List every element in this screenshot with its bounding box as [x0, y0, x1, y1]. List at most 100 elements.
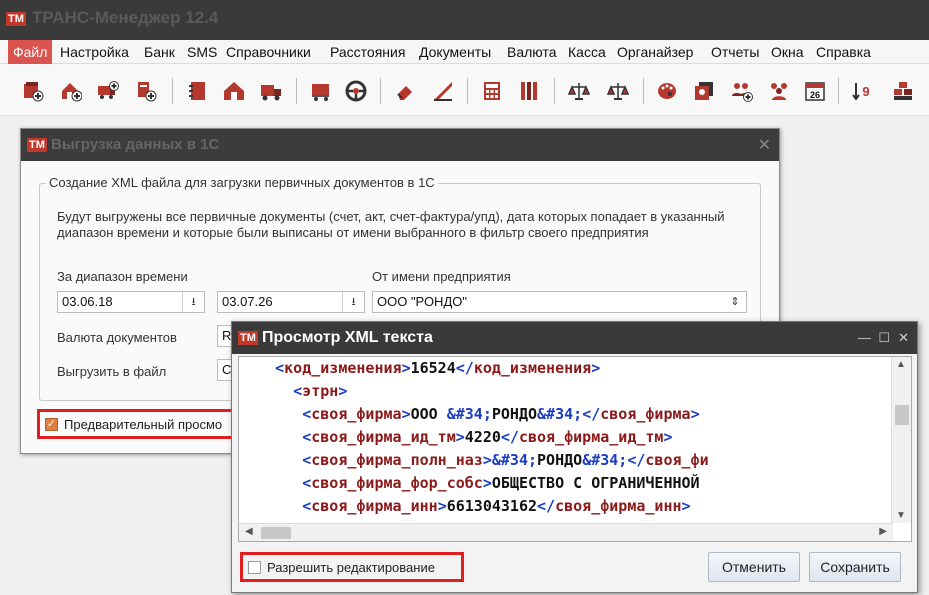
toolbar-separator — [296, 78, 297, 104]
xml-token: > — [401, 359, 411, 377]
menu-windows[interactable]: Окна — [766, 40, 809, 64]
menu-distances[interactable]: Расстояния — [325, 40, 410, 64]
cancel-button[interactable]: Отменить — [708, 552, 800, 582]
date-from-field[interactable]: 03.06.18 ⭳ — [57, 291, 205, 313]
xml-token: > — [591, 359, 601, 377]
photos-icon[interactable] — [693, 80, 715, 102]
xml-line: <своя_фирма_фор_собс>ОБЩЕСТВО С ОГРАНИЧЕ… — [239, 472, 700, 495]
close-icon[interactable]: ✕ — [758, 135, 771, 155]
preview-checkbox[interactable]: ✓ — [45, 418, 58, 431]
xml-token: своя_фирма — [311, 405, 402, 423]
add-house-icon[interactable] — [60, 80, 82, 102]
allow-edit-checkbox-row[interactable]: Разрешить редактирование — [240, 552, 464, 582]
xml-token: своя_фирма_инн — [311, 497, 438, 515]
menu-organizer[interactable]: Органайзер — [612, 40, 698, 64]
scales-icon[interactable] — [607, 80, 629, 102]
scroll-up-icon[interactable]: ▲ — [896, 359, 906, 370]
toolbar: 26 9 — [0, 64, 929, 116]
save-button[interactable]: Сохранить — [809, 552, 901, 582]
xml-token: РОНДО — [491, 405, 538, 423]
truck-icon[interactable] — [260, 80, 282, 102]
horizontal-scrollbar[interactable]: ◀ ▶ — [239, 523, 893, 541]
palette-icon[interactable] — [656, 80, 678, 102]
file-value: C — [222, 362, 232, 377]
preview-checkbox-row[interactable]: ✓ Предварительный просмо — [37, 409, 237, 439]
dialog-logo: TM — [27, 138, 47, 152]
menu-documents[interactable]: Документы — [414, 40, 496, 64]
xml-line: <своя_фирма_полн_наз>&#34;РОНДО&#34;</св… — [239, 449, 709, 472]
toolbar-separator — [554, 78, 555, 104]
xml-line: <этрн> — [239, 380, 347, 403]
scroll-thumb[interactable] — [261, 527, 291, 539]
scroll-left-icon[interactable]: ◀ — [245, 526, 253, 537]
scroll-down-icon[interactable]: ▼ — [896, 510, 906, 521]
app-logo: TM — [6, 12, 26, 26]
xml-token: < — [302, 474, 312, 492]
date-to-field[interactable]: 03.07.26 ⭳ — [217, 291, 365, 313]
toolbar-separator — [467, 78, 468, 104]
range-label: За диапазон времени — [57, 269, 188, 284]
xml-token: своя_фи — [645, 451, 709, 469]
add-client-icon[interactable] — [22, 80, 44, 102]
xml-token: ОБЩЕСТВО С ОГРАНИЧЕННОЙ — [491, 474, 700, 492]
app-title-bar: TM ТРАНС-Менеджер 12.4 — [0, 0, 929, 40]
vertical-scrollbar[interactable]: ▲ ▼ — [891, 357, 911, 523]
xml-token: 6613043162 — [446, 497, 538, 515]
menu-reports[interactable]: Отчеты — [706, 40, 764, 64]
xml-text-area[interactable]: <код_изменения>16524</код_изменения> <эт… — [238, 356, 912, 542]
xml-preview-dialog: TM Просмотр XML текста — ☐ ✕ <код_измене… — [231, 321, 918, 593]
menu-cash[interactable]: Касса — [563, 40, 611, 64]
xml-token: > — [401, 405, 411, 423]
company-spinner-icon[interactable]: ⇕ — [724, 292, 746, 312]
boxes-icon[interactable] — [892, 80, 914, 102]
menu-bar: Файл Настройка Банк SMS Справочники Расс… — [0, 40, 929, 64]
scroll-thumb[interactable] — [895, 405, 909, 425]
xml-token: </ — [455, 359, 474, 377]
minimize-icon[interactable]: — — [858, 330, 871, 345]
xml-token: &#34; — [582, 451, 628, 469]
company-select[interactable]: ООО "РОНДО" ⇕ — [372, 291, 747, 313]
toolbar-separator — [380, 78, 381, 104]
xml-token: </ — [582, 405, 601, 423]
ruler-icon[interactable] — [432, 80, 454, 102]
sort-icon[interactable]: 9 — [852, 80, 874, 102]
date-from-dropdown-icon[interactable]: ⭳ — [182, 292, 204, 312]
add-users-icon[interactable] — [731, 80, 753, 102]
app-title: ТРАНС-Менеджер 12.4 — [32, 8, 219, 27]
menu-sms[interactable]: SMS — [182, 40, 222, 64]
menu-settings[interactable]: Настройка — [55, 40, 134, 64]
maximize-icon[interactable]: ☐ — [878, 330, 890, 346]
file-label: Выгрузить в файл — [57, 364, 167, 379]
scroll-right-icon[interactable]: ▶ — [879, 526, 887, 537]
export-dialog-titlebar[interactable]: TM Выгрузка данных в 1С ✕ — [21, 129, 779, 161]
binders-icon[interactable] — [518, 80, 540, 102]
xml-token: своя_фирма_инн — [555, 497, 682, 515]
xml-line: <своя_фирма_ид_тм>4220</своя_фирма_ид_тм… — [239, 426, 672, 449]
menu-help[interactable]: Справка — [811, 40, 876, 64]
scales-add-icon[interactable] — [568, 80, 590, 102]
calculator-icon[interactable] — [481, 80, 503, 102]
date-to-dropdown-icon[interactable]: ⭳ — [342, 292, 364, 312]
toolbar-separator — [172, 78, 173, 104]
xml-dialog-titlebar[interactable]: TM Просмотр XML текста — ☐ ✕ — [232, 322, 917, 354]
xml-dialog-title: Просмотр XML текста — [262, 329, 433, 346]
menu-directories[interactable]: Справочники — [221, 40, 316, 64]
xml-token: своя_фирма_полн_наз — [311, 451, 483, 469]
xml-token: &#34; — [491, 451, 538, 469]
close-icon[interactable]: ✕ — [898, 330, 909, 346]
steering-wheel-icon[interactable] — [345, 80, 367, 102]
calendar-icon[interactable]: 26 — [804, 80, 826, 102]
xml-token: < — [275, 359, 285, 377]
allow-edit-checkbox[interactable] — [248, 561, 261, 574]
menu-file[interactable]: Файл — [8, 40, 53, 64]
notebook-icon[interactable] — [187, 80, 209, 102]
users-icon[interactable] — [768, 80, 790, 102]
menu-bank[interactable]: Банк — [139, 40, 180, 64]
eraser-icon[interactable] — [395, 80, 417, 102]
house-icon[interactable] — [223, 80, 245, 102]
add-document-icon[interactable] — [135, 80, 157, 102]
menu-currency[interactable]: Валюта — [502, 40, 562, 64]
add-truck-icon[interactable] — [97, 80, 119, 102]
xml-token: </ — [627, 451, 646, 469]
lorry-icon[interactable] — [310, 80, 332, 102]
